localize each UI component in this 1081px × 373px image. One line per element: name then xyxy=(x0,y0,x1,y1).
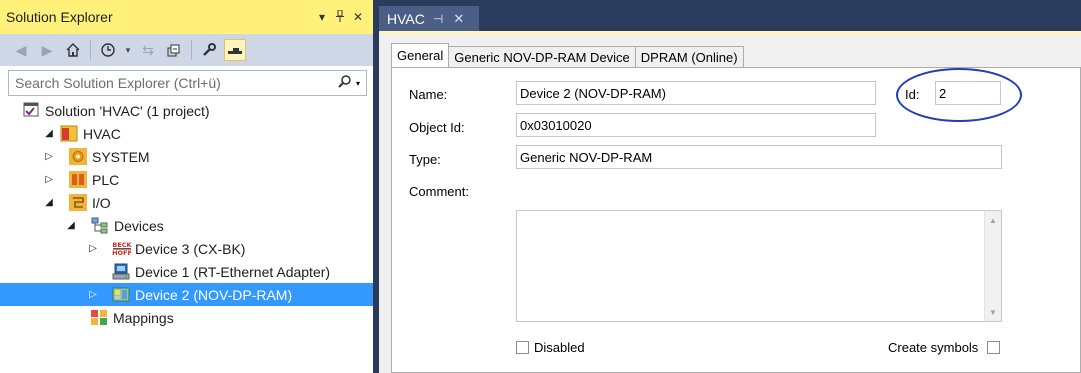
tree-item-devices[interactable]: ◢ Devices xyxy=(0,214,373,237)
name-label: Name: xyxy=(409,87,448,102)
tree-item-io[interactable]: ◢ I/O xyxy=(0,191,373,214)
collapsed-arrow-icon[interactable]: ▷ xyxy=(86,289,100,300)
id-label: Id: xyxy=(905,87,920,102)
comment-label: Comment: xyxy=(409,184,469,199)
objectid-field[interactable]: 0x03010020 xyxy=(516,113,876,137)
create-symbols-label: Create symbols xyxy=(888,340,979,355)
solution-explorer-toolbar: ◀ ▶ ▾ ⇆ xyxy=(0,34,373,66)
home-icon[interactable] xyxy=(62,39,84,61)
svg-text:BECK: BECK xyxy=(112,241,132,249)
search-input[interactable]: Search Solution Explorer (Ctrl+ü) xyxy=(15,75,337,91)
expanded-arrow-icon[interactable]: ◢ xyxy=(42,128,56,139)
solution-explorer-title: Solution Explorer xyxy=(6,9,113,25)
search-icon[interactable] xyxy=(337,74,353,92)
tab-generic-nov-dp-ram-device[interactable]: Generic NOV-DP-RAM Device xyxy=(448,46,636,67)
name-field[interactable]: Device 2 (NOV-DP-RAM) xyxy=(516,81,876,105)
pin-icon[interactable]: ⊣ xyxy=(433,12,443,26)
collapse-all-icon[interactable] xyxy=(163,39,185,61)
scroll-down-icon[interactable]: ▼ xyxy=(985,304,1001,320)
svg-text:HOFF: HOFF xyxy=(112,249,132,257)
expanded-arrow-icon[interactable]: ◢ xyxy=(42,197,56,208)
expanded-arrow-icon[interactable]: ◢ xyxy=(64,220,78,231)
preview-selected-icon[interactable] xyxy=(224,39,246,61)
tree-item-label: Solution 'HVAC' (1 project) xyxy=(45,102,210,119)
network-adapter-icon xyxy=(112,263,130,280)
properties-wrench-icon[interactable] xyxy=(198,39,220,61)
beckhoff-logo-icon: BECK HOFF xyxy=(112,240,133,257)
tree-item-label: PLC xyxy=(92,171,120,188)
chevron-down-icon[interactable]: ▾ xyxy=(123,39,133,61)
back-icon[interactable]: ◀ xyxy=(10,39,32,61)
disabled-label: Disabled xyxy=(534,340,585,355)
close-icon[interactable]: ✕ xyxy=(453,11,464,27)
solution-tree: Solution 'HVAC' (1 project) ◢ HVAC ▷ SYS… xyxy=(0,99,373,329)
tab-dpram-online[interactable]: DPRAM (Online) xyxy=(634,46,744,67)
plc-icon xyxy=(69,171,87,188)
scroll-up-icon[interactable]: ▲ xyxy=(985,212,1001,228)
create-symbols-checkbox[interactable] xyxy=(987,341,1000,354)
disabled-checkbox[interactable] xyxy=(516,341,529,354)
tree-item-mappings[interactable]: Mappings xyxy=(0,306,373,329)
tree-item-label: Mappings xyxy=(113,309,174,326)
tree-item-label: Device 1 (RT-Ethernet Adapter) xyxy=(135,263,331,280)
document-tab-hvac[interactable]: HVAC ⊣ ✕ xyxy=(379,6,479,32)
collapsed-arrow-icon[interactable]: ▷ xyxy=(42,151,56,162)
tree-item-project[interactable]: ◢ HVAC xyxy=(0,122,373,145)
objectid-label: Object Id: xyxy=(409,120,465,135)
tab-general[interactable]: General xyxy=(391,43,450,67)
comment-scrollbar[interactable]: ▲ ▼ xyxy=(984,211,1001,321)
tree-item-solution[interactable]: Solution 'HVAC' (1 project) xyxy=(0,99,373,122)
close-icon[interactable]: ✕ xyxy=(349,10,367,24)
id-field[interactable]: 2 xyxy=(935,81,1001,105)
type-label: Type: xyxy=(409,152,441,167)
chevron-down-icon[interactable]: ▾ xyxy=(356,79,360,88)
mappings-icon xyxy=(90,309,108,326)
document-tab-title: HVAC xyxy=(387,11,425,27)
solution-explorer-panel: Solution Explorer ▾ ✕ ◀ ▶ ▾ ⇆ Search Sol… xyxy=(0,0,373,373)
io-icon xyxy=(69,194,87,211)
devices-icon xyxy=(91,217,109,234)
tree-item-label: I/O xyxy=(92,194,111,211)
system-gear-icon xyxy=(69,148,87,165)
type-field[interactable]: Generic NOV-DP-RAM xyxy=(516,145,1002,169)
tree-item-device3[interactable]: ▷ BECK HOFF Device 3 (CX-BK) xyxy=(0,237,373,260)
collapsed-arrow-icon[interactable]: ▷ xyxy=(86,243,100,254)
property-tabs: General Generic NOV-DP-RAM Device DPRAM … xyxy=(391,43,744,67)
solution-icon xyxy=(22,102,40,119)
toolbar-separator xyxy=(191,40,192,60)
device-editor: General Generic NOV-DP-RAM Device DPRAM … xyxy=(379,35,1081,373)
document-tab-bar: HVAC ⊣ ✕ xyxy=(373,0,1081,33)
twincat-project-icon xyxy=(60,125,78,142)
tree-item-label: Devices xyxy=(114,217,164,234)
sync-icon[interactable]: ⇆ xyxy=(137,39,159,61)
dropdown-icon[interactable]: ▾ xyxy=(313,10,331,24)
tree-item-plc[interactable]: ▷ PLC xyxy=(0,168,373,191)
comment-textarea[interactable]: ▲ ▼ xyxy=(516,210,1002,322)
tree-item-label: SYSTEM xyxy=(92,148,150,165)
toolbar-separator xyxy=(90,40,91,60)
solution-explorer-titlebar: Solution Explorer ▾ ✕ xyxy=(0,0,373,34)
forward-icon[interactable]: ▶ xyxy=(36,39,58,61)
general-page: Name: Device 2 (NOV-DP-RAM) Id: 2 Object… xyxy=(391,67,1081,373)
pin-icon[interactable] xyxy=(331,9,349,25)
tree-item-device2[interactable]: ▷ Device 2 (NOV-DP-RAM) xyxy=(0,283,373,306)
tree-item-label: Device 2 (NOV-DP-RAM) xyxy=(135,286,293,303)
search-box[interactable]: Search Solution Explorer (Ctrl+ü) ▾ xyxy=(8,70,367,96)
collapsed-arrow-icon[interactable]: ▷ xyxy=(42,174,56,185)
tree-item-system[interactable]: ▷ SYSTEM xyxy=(0,145,373,168)
tree-item-device1[interactable]: Device 1 (RT-Ethernet Adapter) xyxy=(0,260,373,283)
tree-item-label: HVAC xyxy=(83,125,121,142)
tree-item-label: Device 3 (CX-BK) xyxy=(135,240,246,257)
pending-changes-icon[interactable] xyxy=(97,39,119,61)
dpram-device-icon xyxy=(112,286,130,303)
